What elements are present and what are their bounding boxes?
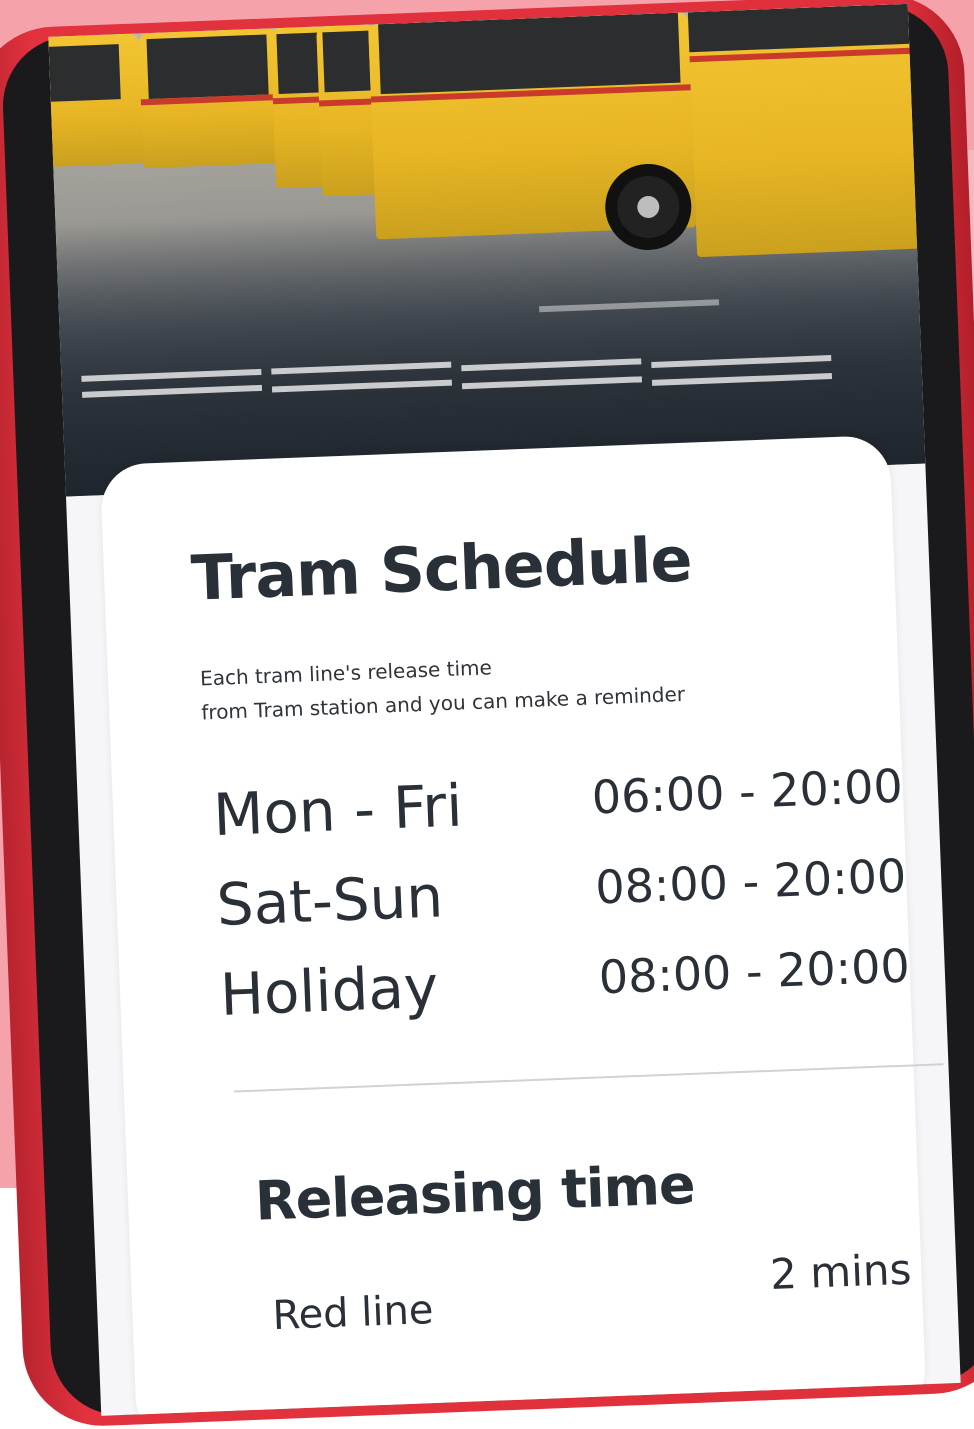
schedule-day: Mon - Fri bbox=[212, 771, 464, 850]
schedule-day: Holiday bbox=[218, 952, 440, 1029]
schedule-day: Sat-Sun bbox=[215, 862, 445, 940]
schedule-row-weekdays: Mon - Fri 06:00 - 20:00 bbox=[212, 755, 905, 861]
section-divider bbox=[233, 1063, 944, 1093]
phone-bezel: Tram Schedule Each tram line's release t… bbox=[0, 2, 974, 1418]
phone-mockup: Tram Schedule Each tram line's release t… bbox=[0, 0, 974, 1429]
releasing-title: Releasing time bbox=[253, 1152, 696, 1233]
description-line-1: Each tram line's release time bbox=[199, 655, 493, 691]
phone-screen: Tram Schedule Each tram line's release t… bbox=[48, 3, 961, 1416]
schedule-hours: 06:00 - 20:00 bbox=[590, 758, 904, 825]
bus-front bbox=[687, 3, 926, 258]
schedule-row-weekend: Sat-Sun 08:00 - 20:00 bbox=[215, 845, 908, 951]
schedule-hours: 08:00 - 20:00 bbox=[594, 848, 908, 915]
bus-1 bbox=[138, 28, 284, 169]
description-line-2: from Tram station and you can make a rem… bbox=[200, 681, 686, 725]
bus-far bbox=[48, 33, 144, 168]
releasing-row-red-line[interactable]: Red line 2 mins bbox=[271, 1245, 913, 1340]
line-interval: 2 mins bbox=[769, 1244, 913, 1300]
line-name: Red line bbox=[271, 1287, 435, 1340]
bus-4 bbox=[368, 12, 697, 252]
schedule-card: Tram Schedule Each tram line's release t… bbox=[99, 434, 944, 1416]
schedule-row-holiday: Holiday 08:00 - 20:00 bbox=[219, 934, 912, 1040]
schedule-title: Tram Schedule bbox=[189, 522, 693, 615]
schedule-description: Each tram line's release time from Tram … bbox=[199, 640, 761, 729]
bus-station-photo bbox=[48, 3, 926, 497]
schedule-hours: 08:00 - 20:00 bbox=[597, 938, 911, 1005]
